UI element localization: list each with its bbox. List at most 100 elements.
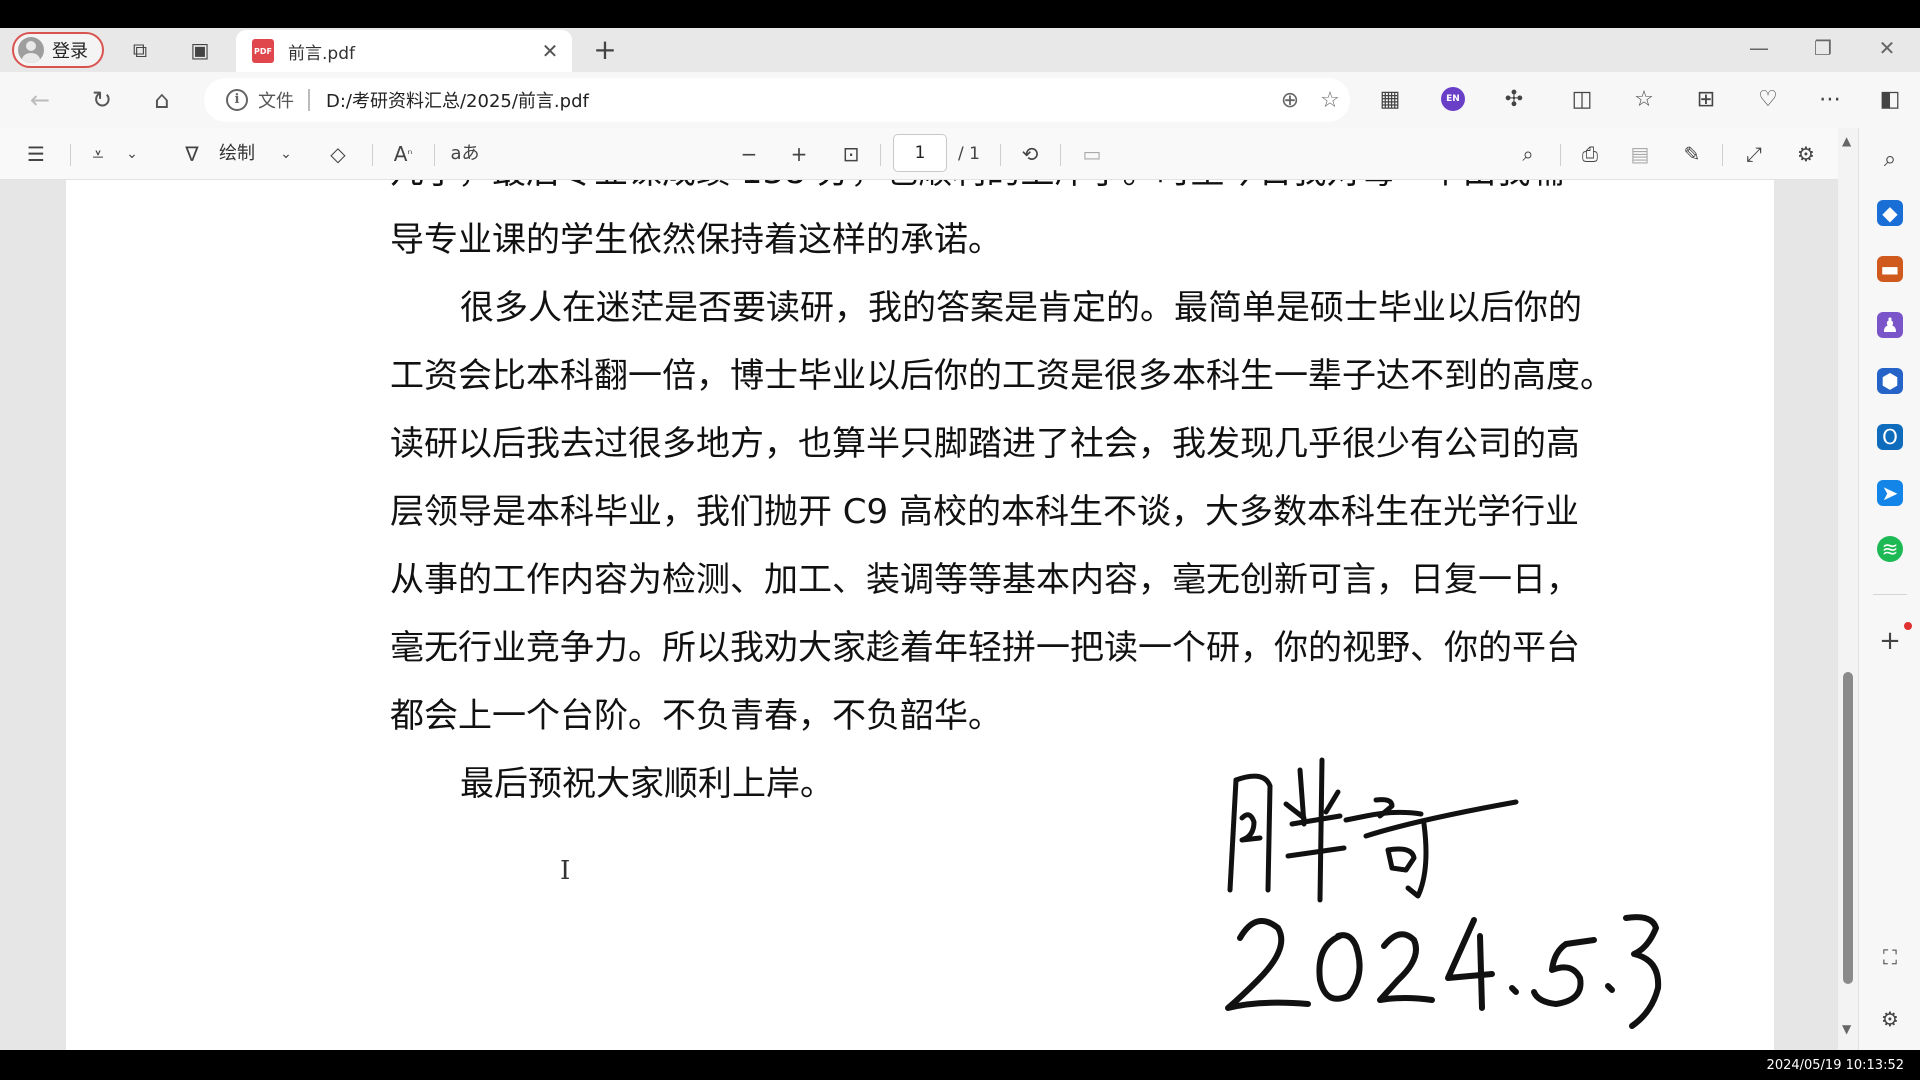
highlight-dropdown-icon[interactable]: ⌄ (122, 140, 142, 168)
sidebar-divider (1873, 594, 1907, 595)
notification-dot (1904, 622, 1912, 630)
toolbar-divider (1060, 144, 1061, 166)
home-icon[interactable]: ⌂ (148, 86, 176, 114)
shopping-tag-icon[interactable]: ◆ (1877, 200, 1903, 226)
close-window-icon[interactable]: ✕ (1872, 36, 1902, 60)
draw-dropdown-icon[interactable]: ⌄ (276, 140, 296, 168)
toolbar-divider (1000, 144, 1001, 166)
workspaces-icon[interactable]: ⧉ (128, 38, 152, 62)
extensions-puzzle-icon[interactable]: ✣ (1500, 86, 1528, 114)
translate-icon[interactable]: aあ (448, 140, 482, 168)
draw-icon[interactable]: ∇ (178, 140, 206, 168)
save-as-icon[interactable]: ✎ (1678, 140, 1706, 168)
toolbar-divider (1722, 144, 1723, 166)
sidebar-toggle-icon[interactable]: ◧ (1876, 86, 1904, 114)
info-icon[interactable]: i (226, 89, 248, 111)
tab-strip: 登录 ⧉ ▣ PDF 前言.pdf ✕ + — ❐ ✕ (0, 28, 1920, 72)
address-divider (308, 89, 310, 111)
bottom-bar: 2024/05/19 10:13:52 (0, 1050, 1920, 1080)
page-number-input[interactable]: 1 (893, 134, 947, 172)
profile-button[interactable]: 登录 (12, 32, 104, 68)
scrollbar-thumb[interactable] (1843, 672, 1853, 984)
scroll-down-icon[interactable]: ▼ (1842, 1022, 1851, 1036)
text-line: 从事的工作内容为检测、加工、装调等等基本内容，毫无创新可言，日复一日， (390, 560, 1580, 600)
toolbar-divider (1560, 144, 1561, 166)
highlight-icon[interactable]: ⩡ (84, 140, 112, 168)
toolbar-divider (372, 144, 373, 166)
text-cursor-icon: I (560, 856, 571, 886)
zoom-icon[interactable]: ⊕ (1270, 88, 1310, 113)
toolbar-divider (880, 144, 881, 166)
tab-active[interactable]: PDF 前言.pdf ✕ (236, 30, 572, 72)
text-line: 层领导是本科毕业，我们抛开 C9 高校的本科生不谈，大多数本科生在光学行业 (390, 492, 1579, 532)
refresh-icon[interactable]: ↻ (88, 86, 116, 114)
tools-briefcase-icon[interactable]: ▬ (1877, 256, 1903, 282)
contents-list-icon[interactable]: ☰ (22, 140, 50, 168)
language-extension-icon[interactable]: EN (1441, 87, 1465, 111)
toolbar-divider (434, 144, 435, 166)
timestamp: 2024/05/19 10:13:52 (1766, 1058, 1904, 1073)
text-line: 毫无行业竞争力。所以我劝大家趁着年轻拼一把读一个研，你的视野、你的平台 (390, 628, 1580, 668)
signature-date (1225, 914, 1662, 1029)
back-icon[interactable]: ← (26, 86, 54, 114)
screen: 登录 ⧉ ▣ PDF 前言.pdf ✕ + — ❐ ✕ ← ↻ ⌂ i 文件 D… (0, 0, 1920, 1080)
zoom-out-icon[interactable]: − (736, 140, 762, 168)
save-icon[interactable]: ▤ (1626, 140, 1654, 168)
outlook-icon[interactable]: O (1877, 424, 1903, 450)
url-text[interactable]: D:/考研资料汇总/2025/前言.pdf (326, 87, 1270, 113)
avatar-icon (18, 37, 44, 63)
search-icon[interactable]: ⌕ (1514, 140, 1542, 168)
page-total: / 1 (958, 144, 980, 164)
text-line: 几乎，最后专业课成绩 138 分，也顺利的上岸了。时至今日我对每一个由我辅 (390, 180, 1620, 206)
games-icon[interactable]: ♟ (1877, 312, 1903, 338)
send-icon[interactable]: ➤ (1877, 480, 1903, 506)
vertical-tabs-icon[interactable]: ▣ (188, 38, 212, 62)
read-aloud-icon[interactable]: Aⁿ (388, 140, 418, 168)
sidebar-search-icon[interactable]: ⌕ (1877, 146, 1903, 172)
zoom-in-icon[interactable]: + (786, 140, 812, 168)
text-line: 工资会比本科翻一倍，博士毕业以后你的工资是很多本科生一辈子达不到的高度。 (390, 356, 1614, 396)
favorite-star-icon[interactable]: ☆ (1310, 88, 1350, 113)
address-row: ← ↻ ⌂ i 文件 D:/考研资料汇总/2025/前言.pdf ⊕ ☆ ▦ E… (0, 72, 1920, 128)
extension-icon[interactable]: ▦ (1376, 86, 1404, 114)
fullscreen-icon[interactable]: ⤢ (1740, 140, 1768, 168)
pdf-viewer[interactable]: 几乎，最后专业课成绩 138 分，也顺利的上岸了。时至今日我对每一个由我辅 导专… (0, 180, 1838, 1050)
profile-label: 登录 (52, 41, 88, 62)
edge-sidebar: ⌕ ◆ ▬ ♟ ⬢ O ➤ ≋ + ⛶ ⚙ (1858, 128, 1920, 1050)
sidebar-settings-icon[interactable]: ⚙ (1877, 1006, 1903, 1032)
copilot-icon[interactable]: ⬢ (1877, 368, 1903, 394)
toolbar-divider (70, 144, 71, 166)
favorites-icon[interactable]: ☆ (1630, 86, 1658, 114)
scroll-up-icon[interactable]: ▲ (1842, 134, 1851, 148)
url-scheme-label: 文件 (258, 91, 294, 112)
tab-title: 前言.pdf (288, 43, 355, 64)
print-icon[interactable]: ⎙ (1576, 140, 1604, 168)
vertical-scrollbar[interactable]: ▲ ▼ (1838, 128, 1858, 1050)
pdf-settings-icon[interactable]: ⚙ (1792, 140, 1820, 168)
browser-essentials-icon[interactable]: ♡ (1754, 86, 1782, 114)
text-line: 读研以后我去过很多地方，也算半只脚踏进了社会，我发现几乎很少有公司的高 (390, 424, 1580, 464)
minimize-icon[interactable]: — (1744, 36, 1774, 60)
pdf-file-icon: PDF (252, 39, 274, 63)
eraser-icon[interactable]: ◇ (324, 140, 352, 168)
document-text: 几乎，最后专业课成绩 138 分，也顺利的上岸了。时至今日我对每一个由我辅 导专… (390, 180, 1620, 818)
close-tab-icon[interactable]: ✕ (536, 39, 564, 63)
text-line: 很多人在迷茫是否要读研，我的答案是肯定的。最简单是硕士毕业以后你的 (460, 288, 1582, 328)
draw-label[interactable]: 绘制 (219, 140, 255, 168)
collections-icon[interactable]: ⊞ (1692, 86, 1720, 114)
more-menu-icon[interactable]: ⋯ (1816, 86, 1844, 114)
spotify-icon[interactable]: ≋ (1877, 536, 1903, 562)
new-tab-icon[interactable]: + (590, 36, 620, 64)
text-line: 导专业课的学生依然保持着这样的承诺。 (390, 220, 1002, 260)
pdf-toolbar: ☰ ⩡ ⌄ ∇ 绘制 ⌄ ◇ Aⁿ aあ − + ⊡ 1 / 1 ⟲ ▭ ⌕ ⎙… (0, 128, 1838, 180)
screenshot-icon[interactable]: ⛶ (1877, 944, 1903, 970)
read-aloud-label: A (393, 142, 408, 166)
restore-icon[interactable]: ❐ (1808, 36, 1838, 60)
rotate-icon[interactable]: ⟲ (1016, 140, 1044, 168)
add-app-icon[interactable]: + (1877, 626, 1903, 656)
page-view-icon[interactable]: ▭ (1078, 140, 1106, 168)
pdf-page: 几乎，最后专业课成绩 138 分，也顺利的上岸了。时至今日我对每一个由我辅 导专… (66, 180, 1774, 1050)
split-screen-icon[interactable]: ◫ (1568, 86, 1596, 114)
address-bar[interactable]: i 文件 D:/考研资料汇总/2025/前言.pdf ⊕ ☆ (204, 78, 1350, 122)
fit-to-width-icon[interactable]: ⊡ (836, 140, 866, 168)
